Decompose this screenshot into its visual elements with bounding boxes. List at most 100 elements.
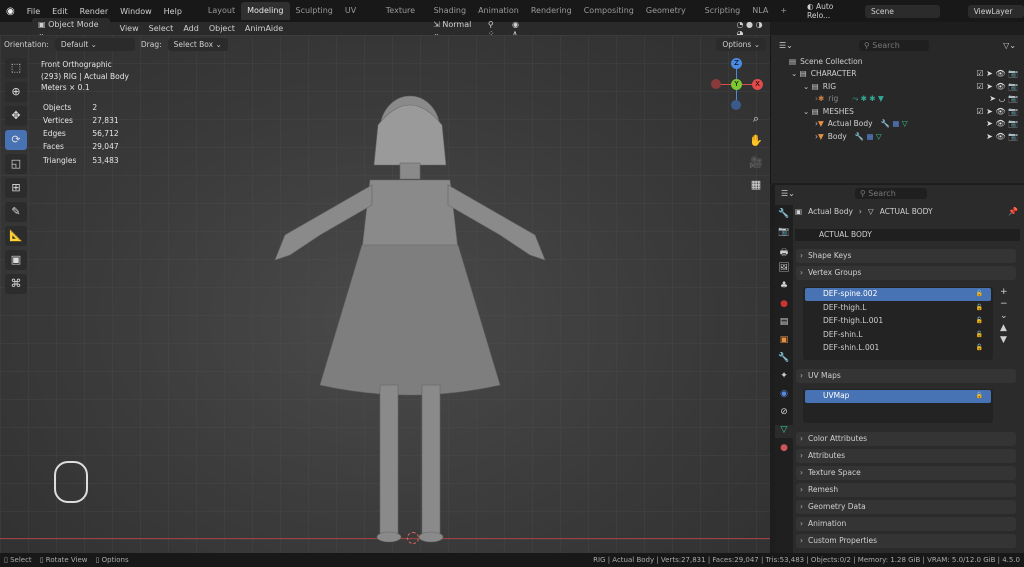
- viewlayer-selector[interactable]: ViewLayer: [967, 4, 1024, 18]
- navigation-gizmo[interactable]: Z X Y: [710, 58, 766, 112]
- shear-tool-icon[interactable]: ⌘: [5, 274, 27, 294]
- vertex-group-item[interactable]: DEF-spine.002: [805, 288, 991, 301]
- menu-object[interactable]: Object: [209, 24, 235, 33]
- tab-scripting[interactable]: Scripting: [699, 2, 747, 20]
- mesh-name-field[interactable]: ACTUAL BODY: [795, 229, 1020, 241]
- tab-rendering[interactable]: Rendering: [525, 2, 578, 20]
- vertex-group-item[interactable]: DEF-shin.L: [805, 329, 991, 342]
- outliner-item-actual-body[interactable]: › ▼ Actual Body 🔧 ▦ ▽ ➤ 👁 📷: [771, 118, 1024, 131]
- panel-texture-space[interactable]: Texture Space: [796, 466, 1016, 480]
- panel-geometry-data[interactable]: Geometry Data: [796, 500, 1016, 514]
- render-tab-icon[interactable]: 📷: [778, 227, 789, 240]
- remove-vertex-group-button[interactable]: −: [1000, 299, 1008, 309]
- annotate-tool-icon[interactable]: ✎: [5, 202, 27, 222]
- outliner-search[interactable]: ⚲ Search: [858, 39, 929, 51]
- view-layer-tab-icon[interactable]: 🖼: [778, 263, 789, 276]
- vertex-group-item[interactable]: DEF-shin.L.001: [805, 342, 991, 355]
- panel-color-attributes[interactable]: Color Attributes: [796, 432, 1016, 446]
- tab-uv-editing[interactable]: UV Editing: [339, 2, 380, 33]
- orientation-dropdown[interactable]: Default ⌄: [54, 37, 135, 51]
- blender-logo-icon[interactable]: ◉: [0, 6, 21, 17]
- tab-shading[interactable]: Shading: [428, 2, 473, 20]
- physics-tab-icon[interactable]: ◉: [780, 389, 788, 402]
- gizmo-x[interactable]: X: [752, 79, 763, 90]
- gizmo-neg-z[interactable]: [731, 100, 741, 110]
- tab-modeling[interactable]: Modeling: [241, 2, 290, 20]
- constraints-tab-icon[interactable]: ⊘: [780, 407, 788, 420]
- drag-dropdown[interactable]: Select Box ⌄: [167, 37, 228, 51]
- add-cube-tool-icon[interactable]: ▣: [5, 250, 27, 270]
- menu-render[interactable]: Render: [74, 7, 114, 16]
- menu-animaide[interactable]: AnimAide: [245, 24, 283, 33]
- measure-tool-icon[interactable]: 📐: [5, 226, 27, 246]
- tab-nla[interactable]: NLA: [746, 2, 774, 20]
- panel-uv-maps[interactable]: UV Maps: [796, 369, 1016, 383]
- add-workspace-button[interactable]: +: [774, 2, 793, 20]
- menu-edit[interactable]: Edit: [46, 7, 74, 16]
- menu-view[interactable]: View: [120, 24, 139, 33]
- gizmo-neg-x[interactable]: [711, 79, 721, 89]
- move-tool-icon[interactable]: ✥: [5, 106, 27, 126]
- collection-tab-icon[interactable]: ▤: [780, 317, 789, 330]
- panel-vertex-groups[interactable]: Vertex Groups: [796, 266, 1016, 280]
- select-box-tool-icon[interactable]: ⬚: [5, 58, 27, 78]
- visibility-icons[interactable]: ☑ ➤ 👁 📷: [976, 82, 1018, 91]
- grid-toggle-icon[interactable]: ▦: [748, 178, 764, 194]
- visibility-icons[interactable]: ☑ ➤ 👁 📷: [976, 107, 1018, 116]
- tab-compositing[interactable]: Compositing: [578, 2, 640, 20]
- hand-pan-icon[interactable]: ✋: [748, 134, 764, 150]
- menu-select[interactable]: Select: [149, 24, 174, 33]
- menu-add[interactable]: Add: [183, 24, 199, 33]
- panel-custom-properties[interactable]: Custom Properties: [796, 534, 1016, 548]
- zoom-icon[interactable]: ⌕: [748, 112, 764, 128]
- menu-window[interactable]: Window: [114, 7, 158, 16]
- visibility-icons[interactable]: ➤ 👁 📷: [986, 132, 1018, 141]
- options-button[interactable]: Options ⌄: [716, 37, 766, 51]
- menu-file[interactable]: File: [21, 7, 46, 16]
- gizmo-y[interactable]: Y: [731, 79, 742, 90]
- scene-selector[interactable]: Scene: [864, 4, 940, 18]
- outliner-item-character[interactable]: ⌄ ▤ CHARACTER ☑ ➤ 👁 📷: [771, 68, 1024, 81]
- particles-tab-icon[interactable]: ✦: [780, 371, 788, 384]
- vertex-group-item[interactable]: DEF-thigh.L.001: [805, 315, 991, 328]
- visibility-icons[interactable]: ➤ 👁 📷: [986, 119, 1018, 128]
- outliner-item-meshes[interactable]: ⌄ ▤ MESHES ☑ ➤ 👁 📷: [771, 105, 1024, 118]
- object-tab-icon[interactable]: ▣: [780, 335, 789, 348]
- transform-tool-icon[interactable]: ⊞: [5, 178, 27, 198]
- editor-type-icon[interactable]: ☰⌄: [781, 189, 795, 198]
- tab-sculpting[interactable]: Sculpting: [290, 2, 339, 20]
- tab-layout[interactable]: Layout: [202, 2, 241, 20]
- specials-menu-button[interactable]: ⌄: [1000, 311, 1008, 321]
- vertex-group-list[interactable]: DEF-spine.002 DEF-thigh.L DEF-thigh.L.00…: [803, 287, 993, 360]
- scene-tab-icon[interactable]: ♣: [780, 281, 788, 294]
- panel-shape-keys[interactable]: Shape Keys: [796, 249, 1016, 263]
- filter-icon[interactable]: ▽⌄: [1003, 41, 1016, 50]
- pin-icon[interactable]: 📌: [1008, 207, 1018, 216]
- cursor-tool-icon[interactable]: ⊕: [5, 82, 27, 102]
- tool-tab-icon[interactable]: 🔧: [778, 209, 789, 222]
- outliner-item-body[interactable]: › ▼ Body 🔧 ▦ ▽ ➤ 👁 📷: [771, 130, 1024, 143]
- uv-map-item[interactable]: UVMap: [805, 390, 991, 403]
- move-down-button[interactable]: ▼: [1000, 335, 1008, 345]
- panel-animation[interactable]: Animation: [796, 517, 1016, 531]
- auto-reload-toggle[interactable]: ◐ Auto Relo...: [807, 2, 855, 20]
- tab-geometry-nodes[interactable]: Geometry Nodes: [640, 2, 699, 33]
- outliner-item-rig-collection[interactable]: ⌄ ▤ RIG ☑ ➤ 👁 📷: [771, 80, 1024, 93]
- panel-attributes[interactable]: Attributes: [796, 449, 1016, 463]
- outliner-item-scene-collection[interactable]: ▤ Scene Collection: [771, 55, 1024, 68]
- visibility-icons[interactable]: ➤ ◡ 📷: [989, 94, 1018, 103]
- tab-texture-paint[interactable]: Texture Paint: [380, 2, 428, 33]
- outliner-item-rig[interactable]: › ✱ rig ⤳ ✱ ✱ ▼ ➤ ◡ 📷: [771, 93, 1024, 106]
- scale-tool-icon[interactable]: ◱: [5, 154, 27, 174]
- panel-remesh[interactable]: Remesh: [796, 483, 1016, 497]
- properties-search[interactable]: ⚲ Search: [854, 187, 927, 199]
- add-vertex-group-button[interactable]: +: [1000, 287, 1008, 297]
- output-tab-icon[interactable]: 🖶: [780, 245, 789, 258]
- menu-help[interactable]: Help: [158, 7, 188, 16]
- modifier-tab-icon[interactable]: 🔧: [778, 353, 789, 366]
- move-up-button[interactable]: ▲: [1000, 323, 1008, 333]
- rotate-tool-icon[interactable]: ⟳: [5, 130, 27, 150]
- gizmo-z[interactable]: Z: [731, 58, 742, 69]
- data-tab-icon[interactable]: ▽: [775, 425, 793, 438]
- world-tab-icon[interactable]: ●: [780, 299, 788, 312]
